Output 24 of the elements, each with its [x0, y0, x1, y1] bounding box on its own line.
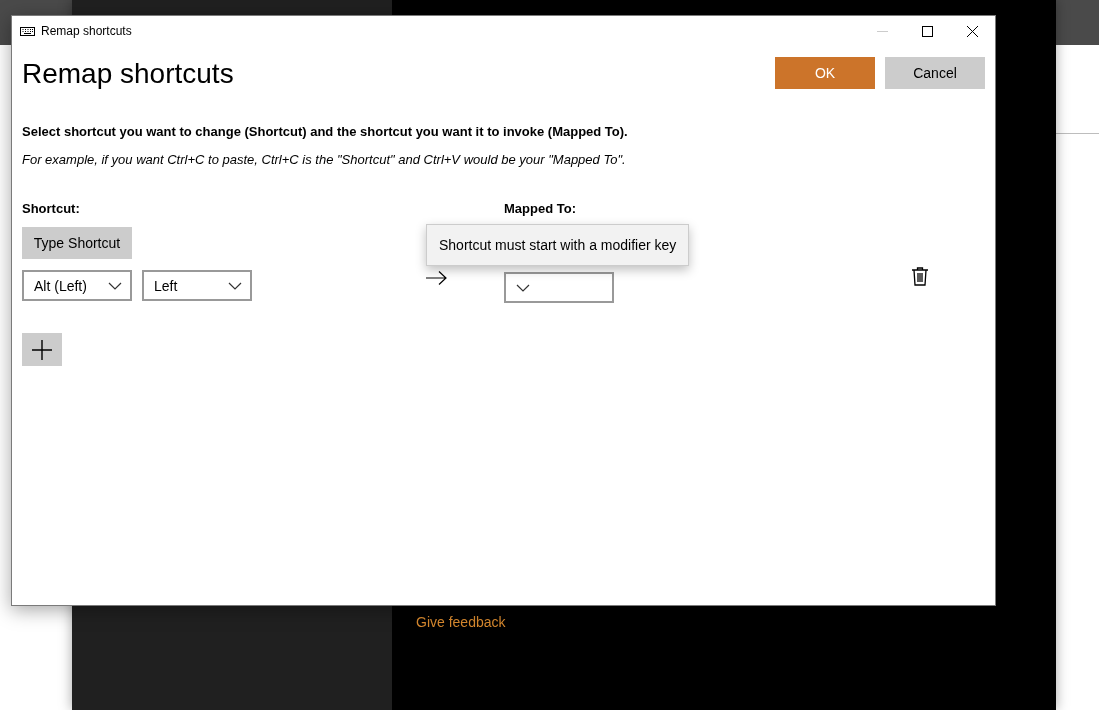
close-icon[interactable] — [967, 25, 978, 37]
key-dropdown[interactable]: Alt (Left) — [22, 270, 132, 301]
maximize-icon[interactable] — [922, 25, 933, 37]
error-tooltip: Shortcut must start with a modifier key — [426, 224, 690, 266]
cancel-button[interactable]: Cancel — [885, 57, 985, 89]
key-dropdown[interactable]: Left — [142, 270, 252, 301]
feedback-link[interactable]: Give feedback — [416, 614, 506, 630]
key-dropdown[interactable] — [504, 272, 614, 303]
arrow-right-icon — [426, 271, 448, 285]
window-titlebar — [1056, 0, 1099, 45]
dialog-heading: Remap shortcuts — [22, 57, 235, 90]
type-shortcut-button[interactable]: Type Shortcut — [22, 227, 132, 259]
chevron-down-icon — [108, 281, 122, 290]
trash-icon[interactable] — [912, 267, 928, 286]
column-header: Shortcut: — [22, 201, 81, 216]
instruction-text: Select shortcut you want to change (Shortcut) and the shortcut you want it to invoke (Mapped To). — [22, 124, 629, 139]
keyboard-icon — [20, 26, 35, 36]
window-title: Remap shortcuts — [41, 24, 133, 38]
example-text: For example, if you want Ctrl+C to paste, Ctrl+C is the "Shortcut" and Ctrl+V would be your "Mapped To". — [22, 152, 627, 167]
plus-icon — [32, 339, 52, 360]
chevron-down-icon — [228, 281, 242, 290]
chevron-down-icon — [516, 283, 530, 292]
column-header: Mapped To: — [504, 201, 577, 216]
add-button[interactable] — [22, 333, 62, 366]
